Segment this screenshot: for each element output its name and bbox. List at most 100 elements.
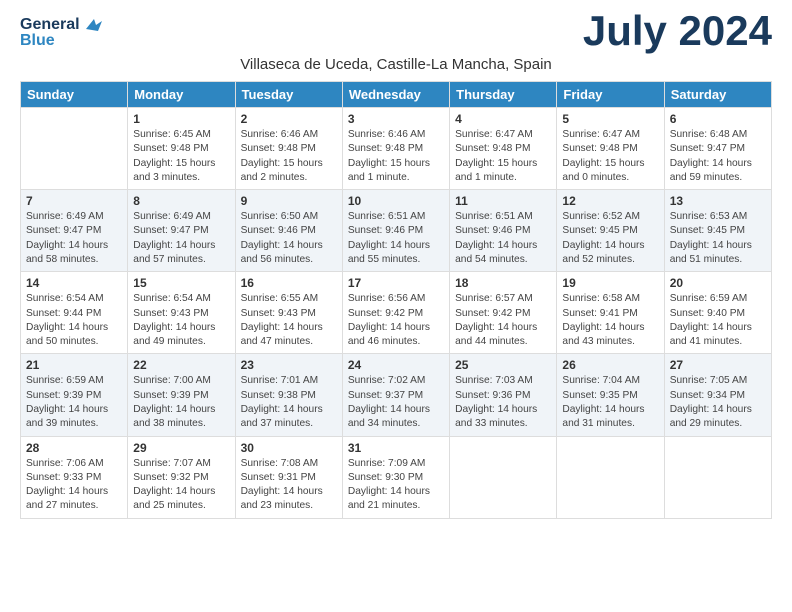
day-number: 7 xyxy=(26,194,122,208)
calendar-day-cell: 6Sunrise: 6:48 AM Sunset: 9:47 PM Daylig… xyxy=(664,108,771,190)
calendar-day-cell: 17 Sunrise: 6:56 AM Sunset: 9:42 PM Dayli… xyxy=(342,272,449,354)
calendar-week-row: 14Sunrise: 6:54 AM Sunset: 9:44 PM Dayli… xyxy=(21,272,772,354)
calendar-day-cell: 10Sunrise: 6:51 AM Sunset: 9:46 PM Dayli… xyxy=(342,190,449,272)
day-number: 27 xyxy=(670,358,766,372)
day-info: Sunrise: 6:46 AM Sunset: 9:48 PM Dayligh… xyxy=(348,128,444,185)
day-info: Sunrise: 6:55 AM Sunset: 9:43 PM Dayligh… xyxy=(241,292,337,349)
day-info: Sunrise: 6:57 AM Sunset: 9:42 PM Dayligh… xyxy=(455,292,551,349)
month-title: July 2024 xyxy=(583,10,772,52)
calendar-day-cell: 27 Sunrise: 7:05 AM Sunset: 9:34 PM Dayli… xyxy=(664,354,771,436)
day-info: Sunrise: 6:58 AM Sunset: 9:41 PM Dayligh… xyxy=(562,292,658,349)
day-number: 21 xyxy=(26,358,122,372)
empty-cell xyxy=(557,436,664,518)
weekday-header-thursday: Thursday xyxy=(450,82,557,108)
day-number: 9 xyxy=(241,194,337,208)
calendar-day-cell: 31 Sunrise: 7:09 AM Sunset: 9:30 PM Dayli… xyxy=(342,436,449,518)
logo-text-blue: Blue xyxy=(20,32,104,50)
day-info: Sunrise: 6:53 AM Sunset: 9:45 PM Dayligh… xyxy=(670,210,766,267)
day-info: Sunrise: 7:09 AM Sunset: 9:30 PM Dayligh… xyxy=(348,457,444,514)
calendar-day-cell: 8Sunrise: 6:49 AM Sunset: 9:47 PM Daylig… xyxy=(128,190,235,272)
location-title: Villaseca de Uceda, Castille-La Mancha, … xyxy=(20,56,772,73)
day-number: 12 xyxy=(562,194,658,208)
day-info: Sunrise: 7:00 AM Sunset: 9:39 PM Dayligh… xyxy=(133,374,229,431)
day-number: 25 xyxy=(455,358,551,372)
day-info: Sunrise: 7:07 AM Sunset: 9:32 PM Dayligh… xyxy=(133,457,229,514)
calendar-day-cell: 7 Sunrise: 6:49 AM Sunset: 9:47 PM Daylig… xyxy=(21,190,128,272)
day-info: Sunrise: 7:02 AM Sunset: 9:37 PM Dayligh… xyxy=(348,374,444,431)
calendar-day-cell: 2 Sunrise: 6:46 AM Sunset: 9:48 PM Daylig… xyxy=(235,108,342,190)
calendar-day-cell: 16 Sunrise: 6:55 AM Sunset: 9:43 PM Dayli… xyxy=(235,272,342,354)
page-header: General Blue July 2024 xyxy=(20,10,772,52)
day-number: 17 xyxy=(348,276,444,290)
calendar-week-row: 28 Sunrise: 7:06 AM Sunset: 9:33 PM Dayli… xyxy=(21,436,772,518)
calendar-day-cell: 29 Sunrise: 7:07 AM Sunset: 9:32 PM Dayli… xyxy=(128,436,235,518)
calendar-day-cell: 28 Sunrise: 7:06 AM Sunset: 9:33 PM Dayli… xyxy=(21,436,128,518)
calendar-week-row: 1 Sunrise: 6:45 AM Sunset: 9:48 PM Daylig… xyxy=(21,108,772,190)
calendar-day-cell: 4 Sunrise: 6:47 AM Sunset: 9:48 PM Daylig… xyxy=(450,108,557,190)
day-number: 20 xyxy=(670,276,766,290)
calendar-day-cell: 23Sunrise: 7:01 AM Sunset: 9:38 PM Dayli… xyxy=(235,354,342,436)
empty-cell xyxy=(21,108,128,190)
calendar-day-cell: 5 Sunrise: 6:47 AM Sunset: 9:48 PM Daylig… xyxy=(557,108,664,190)
calendar-day-cell: 14Sunrise: 6:54 AM Sunset: 9:44 PM Dayli… xyxy=(21,272,128,354)
day-info: Sunrise: 7:04 AM Sunset: 9:35 PM Dayligh… xyxy=(562,374,658,431)
day-number: 8 xyxy=(133,194,229,208)
calendar-day-cell: 24 Sunrise: 7:02 AM Sunset: 9:37 PM Dayli… xyxy=(342,354,449,436)
calendar-week-row: 7 Sunrise: 6:49 AM Sunset: 9:47 PM Daylig… xyxy=(21,190,772,272)
day-number: 23 xyxy=(241,358,337,372)
day-info: Sunrise: 6:59 AM Sunset: 9:40 PM Dayligh… xyxy=(670,292,766,349)
calendar-day-cell: 11 Sunrise: 6:51 AM Sunset: 9:46 PM Dayli… xyxy=(450,190,557,272)
calendar-day-cell: 30 Sunrise: 7:08 AM Sunset: 9:31 PM Dayli… xyxy=(235,436,342,518)
day-info: Sunrise: 6:54 AM Sunset: 9:44 PM Dayligh… xyxy=(26,292,122,349)
empty-cell xyxy=(664,436,771,518)
day-number: 4 xyxy=(455,112,551,126)
day-info: Sunrise: 6:47 AM Sunset: 9:48 PM Dayligh… xyxy=(455,128,551,185)
day-number: 2 xyxy=(241,112,337,126)
day-number: 24 xyxy=(348,358,444,372)
day-number: 28 xyxy=(26,441,122,455)
calendar-week-row: 21 Sunrise: 6:59 AM Sunset: 9:39 PM Dayli… xyxy=(21,354,772,436)
calendar-day-cell: 21 Sunrise: 6:59 AM Sunset: 9:39 PM Dayli… xyxy=(21,354,128,436)
weekday-header-friday: Friday xyxy=(557,82,664,108)
day-number: 13 xyxy=(670,194,766,208)
day-info: Sunrise: 6:51 AM Sunset: 9:46 PM Dayligh… xyxy=(455,210,551,267)
calendar-day-cell: 12Sunrise: 6:52 AM Sunset: 9:45 PM Dayli… xyxy=(557,190,664,272)
day-info: Sunrise: 7:05 AM Sunset: 9:34 PM Dayligh… xyxy=(670,374,766,431)
weekday-header-saturday: Saturday xyxy=(664,82,771,108)
calendar-day-cell: 22 Sunrise: 7:00 AM Sunset: 9:39 PM Dayli… xyxy=(128,354,235,436)
day-number: 30 xyxy=(241,441,337,455)
day-number: 29 xyxy=(133,441,229,455)
day-number: 5 xyxy=(562,112,658,126)
day-info: Sunrise: 6:48 AM Sunset: 9:47 PM Dayligh… xyxy=(670,128,766,185)
day-info: Sunrise: 7:03 AM Sunset: 9:36 PM Dayligh… xyxy=(455,374,551,431)
calendar-day-cell: 19Sunrise: 6:58 AM Sunset: 9:41 PM Dayli… xyxy=(557,272,664,354)
day-info: Sunrise: 6:47 AM Sunset: 9:48 PM Dayligh… xyxy=(562,128,658,185)
empty-cell xyxy=(450,436,557,518)
day-number: 1 xyxy=(133,112,229,126)
weekday-header-tuesday: Tuesday xyxy=(235,82,342,108)
calendar-day-cell: 3 Sunrise: 6:46 AM Sunset: 9:48 PM Daylig… xyxy=(342,108,449,190)
day-info: Sunrise: 6:50 AM Sunset: 9:46 PM Dayligh… xyxy=(241,210,337,267)
day-info: Sunrise: 7:08 AM Sunset: 9:31 PM Dayligh… xyxy=(241,457,337,514)
day-number: 3 xyxy=(348,112,444,126)
day-info: Sunrise: 6:49 AM Sunset: 9:47 PM Dayligh… xyxy=(26,210,122,267)
weekday-header-wednesday: Wednesday xyxy=(342,82,449,108)
calendar-table: SundayMondayTuesdayWednesdayThursdayFrid… xyxy=(20,81,772,519)
day-number: 22 xyxy=(133,358,229,372)
day-info: Sunrise: 6:59 AM Sunset: 9:39 PM Dayligh… xyxy=(26,374,122,431)
calendar-day-cell: 13 Sunrise: 6:53 AM Sunset: 9:45 PM Dayli… xyxy=(664,190,771,272)
day-info: Sunrise: 6:45 AM Sunset: 9:48 PM Dayligh… xyxy=(133,128,229,185)
calendar-header-row: SundayMondayTuesdayWednesdayThursdayFrid… xyxy=(21,82,772,108)
calendar-day-cell: 20 Sunrise: 6:59 AM Sunset: 9:40 PM Dayli… xyxy=(664,272,771,354)
logo-bird-icon xyxy=(82,17,104,33)
day-number: 16 xyxy=(241,276,337,290)
day-info: Sunrise: 7:06 AM Sunset: 9:33 PM Dayligh… xyxy=(26,457,122,514)
calendar-day-cell: 15Sunrise: 6:54 AM Sunset: 9:43 PM Dayli… xyxy=(128,272,235,354)
day-number: 11 xyxy=(455,194,551,208)
day-info: Sunrise: 6:46 AM Sunset: 9:48 PM Dayligh… xyxy=(241,128,337,185)
day-number: 31 xyxy=(348,441,444,455)
day-info: Sunrise: 6:56 AM Sunset: 9:42 PM Dayligh… xyxy=(348,292,444,349)
calendar-day-cell: 9 Sunrise: 6:50 AM Sunset: 9:46 PM Daylig… xyxy=(235,190,342,272)
day-info: Sunrise: 6:51 AM Sunset: 9:46 PM Dayligh… xyxy=(348,210,444,267)
calendar-day-cell: 1 Sunrise: 6:45 AM Sunset: 9:48 PM Daylig… xyxy=(128,108,235,190)
